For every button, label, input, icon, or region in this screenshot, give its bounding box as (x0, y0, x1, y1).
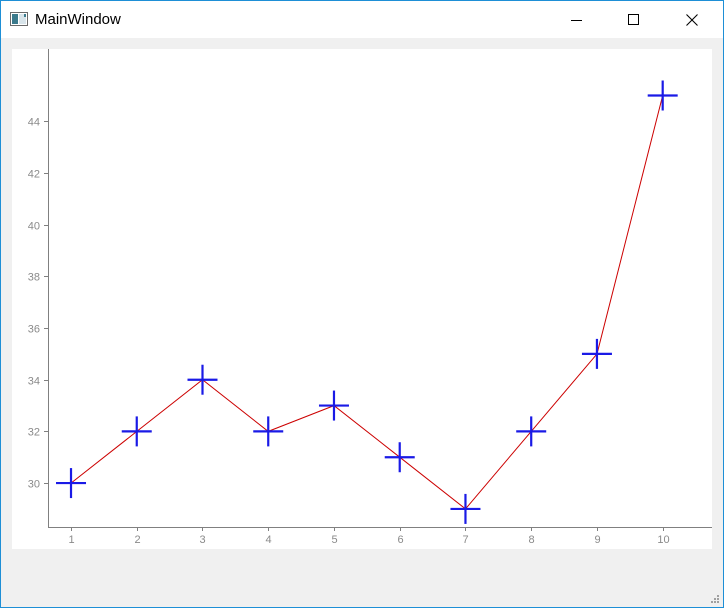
line-chart: 30323436384042441 2 3 4 5 6 7 8 9 10 (28, 49, 712, 546)
data-point (581, 338, 612, 369)
y-tick-label: 32 (28, 427, 40, 439)
x-tick-label: 2 (134, 534, 140, 546)
x-tick-label: 6 (397, 534, 403, 546)
app-window-icon (10, 12, 28, 26)
data-point (516, 416, 547, 447)
data-point (56, 468, 87, 499)
x-tick-label: 4 (265, 534, 271, 546)
close-button[interactable] (669, 1, 715, 38)
x-tick-label: 8 (528, 534, 534, 546)
y-tick-label: 34 (28, 376, 40, 388)
main-window: MainWindow 30 32 34 36 38 40 42 44 1 2 3 4 5 6 7 8 9 10 (0, 0, 724, 608)
data-point (121, 416, 152, 447)
plot-widget[interactable]: 30 32 34 36 38 40 42 44 1 2 3 4 5 6 7 8 9 10 (12, 49, 712, 549)
x-tick-label: 1 (68, 534, 74, 546)
data-point (384, 442, 415, 473)
minimize-button[interactable] (554, 1, 600, 38)
y-tick-label: 36 (28, 324, 40, 336)
x-tick-label: 10 (657, 534, 669, 546)
x-tick-label: 9 (594, 534, 600, 546)
y-tick-label: 30 (28, 479, 40, 491)
x-tick-label: 7 (462, 534, 468, 546)
data-point (187, 364, 218, 395)
y-tick-label: 38 (28, 272, 40, 284)
minimize-icon (571, 19, 582, 21)
maximize-button[interactable] (611, 1, 657, 38)
maximize-icon (628, 13, 639, 25)
y-tick-label: 42 (28, 169, 40, 181)
data-point (450, 493, 481, 524)
title-bar[interactable]: MainWindow (1, 1, 723, 38)
window-title: MainWindow (35, 11, 121, 28)
close-icon (686, 13, 698, 26)
x-tick-label: 3 (199, 534, 205, 546)
y-tick-label: 40 (28, 221, 40, 233)
series-line (70, 95, 664, 510)
data-point (318, 390, 349, 421)
size-grip-icon[interactable] (710, 594, 720, 604)
x-tick-label: 5 (331, 534, 337, 546)
data-point (253, 416, 284, 447)
data-point (647, 80, 678, 111)
y-tick-label: 44 (28, 117, 40, 129)
